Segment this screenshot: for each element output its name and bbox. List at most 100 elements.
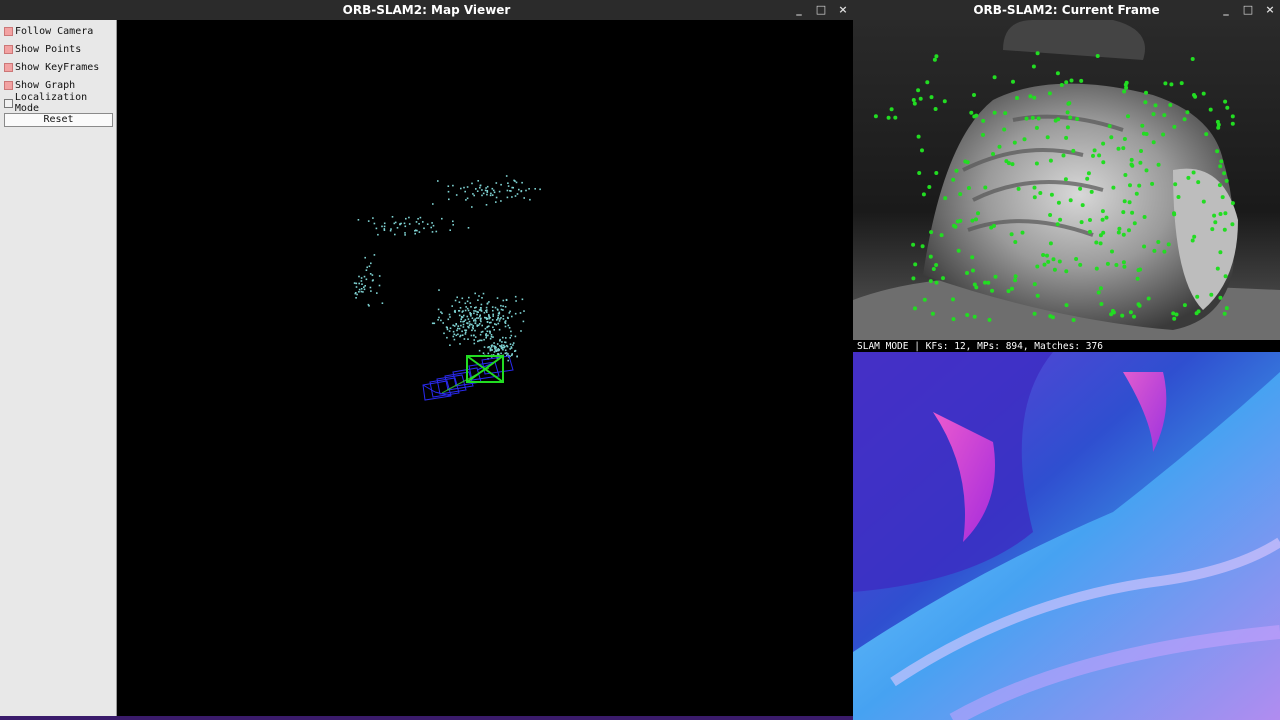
checkbox-icon[interactable] xyxy=(4,98,13,108)
feature-point xyxy=(893,115,898,120)
feature-point xyxy=(1079,78,1084,83)
map-point xyxy=(480,308,482,311)
map-point xyxy=(474,320,477,322)
map-point xyxy=(364,285,366,287)
feature-point xyxy=(934,54,939,59)
map-point xyxy=(460,318,462,320)
feature-point xyxy=(1162,113,1167,118)
map-point xyxy=(484,327,487,330)
close-icon[interactable]: × xyxy=(837,0,849,20)
feature-point xyxy=(1048,213,1053,217)
map-point xyxy=(485,306,488,309)
option-show-graph[interactable]: Show Graph xyxy=(4,78,75,92)
feature-point xyxy=(983,185,988,190)
map-point xyxy=(534,188,536,190)
map-point xyxy=(501,341,503,343)
option-show-keyframes[interactable]: Show KeyFrames xyxy=(4,60,99,74)
map-point xyxy=(465,306,467,308)
map-point xyxy=(383,222,386,225)
map-point xyxy=(489,337,492,340)
map-point xyxy=(514,295,517,298)
feature-point xyxy=(1057,259,1062,264)
option-show-points[interactable]: Show Points xyxy=(4,42,81,56)
map-point xyxy=(491,187,494,190)
minimize-icon[interactable]: _ xyxy=(1220,0,1232,20)
feature-point xyxy=(1192,234,1197,239)
map-point xyxy=(504,341,506,343)
feature-point xyxy=(1064,303,1069,308)
map-point xyxy=(479,186,481,189)
map-point xyxy=(435,230,438,233)
map-point xyxy=(370,262,372,265)
map-point xyxy=(447,318,450,321)
checkbox-icon[interactable] xyxy=(4,80,13,90)
map-point xyxy=(358,291,360,293)
current-frame-titlebar[interactable]: ORB-SLAM2: Current Frame _ □ × xyxy=(853,0,1280,20)
map-point xyxy=(371,274,374,276)
feature-point xyxy=(1024,116,1029,121)
map-point xyxy=(467,309,470,312)
map-point xyxy=(456,329,458,332)
map-3d-view[interactable] xyxy=(117,20,853,720)
map-point xyxy=(438,289,440,291)
map-point xyxy=(497,322,500,325)
feature-point xyxy=(993,274,998,279)
map-point xyxy=(529,198,531,201)
maximize-icon[interactable]: □ xyxy=(815,0,827,20)
feature-point xyxy=(941,276,945,281)
map-point xyxy=(495,196,498,199)
map-point xyxy=(480,320,482,323)
map-point xyxy=(408,223,411,225)
feature-point xyxy=(981,118,986,123)
checkbox-icon[interactable] xyxy=(4,44,13,54)
map-point xyxy=(510,190,512,192)
feature-point xyxy=(1201,91,1206,96)
checkbox-icon[interactable] xyxy=(4,62,13,72)
feature-point xyxy=(1046,259,1051,264)
feature-point xyxy=(1224,306,1229,311)
feature-point xyxy=(1142,215,1147,219)
feature-point xyxy=(951,317,956,322)
feature-point xyxy=(1075,117,1080,121)
feature-point xyxy=(1117,226,1122,231)
option-follow-camera[interactable]: Follow Camera xyxy=(4,24,93,38)
feature-point xyxy=(1071,148,1076,153)
feature-point xyxy=(1055,222,1060,227)
map-point xyxy=(451,305,453,307)
maximize-icon[interactable]: □ xyxy=(1242,0,1254,20)
map-point xyxy=(507,324,510,327)
close-icon[interactable]: × xyxy=(1264,0,1276,20)
feature-point xyxy=(1032,195,1037,200)
feature-point xyxy=(1064,269,1069,274)
map-point xyxy=(438,316,440,319)
option-localization-mode[interactable]: Localization Mode xyxy=(4,92,116,114)
feature-point xyxy=(1128,310,1133,315)
map-point xyxy=(417,218,419,220)
feature-point xyxy=(1166,242,1171,247)
map-point xyxy=(494,347,496,350)
feature-point xyxy=(997,144,1002,149)
map-point xyxy=(353,282,356,284)
map-point xyxy=(485,333,487,335)
map-viewer-titlebar[interactable]: ORB-SLAM2: Map Viewer _ □ × xyxy=(0,0,853,20)
feature-point xyxy=(942,99,947,104)
map-point xyxy=(499,318,501,320)
map-point xyxy=(366,266,368,269)
reset-button[interactable]: Reset xyxy=(4,113,113,127)
map-point xyxy=(480,339,483,342)
minimize-icon[interactable]: _ xyxy=(793,0,805,20)
feature-point xyxy=(970,255,975,260)
feature-point xyxy=(1153,103,1158,108)
feature-point xyxy=(1204,132,1209,137)
map-point xyxy=(455,323,458,326)
feature-point xyxy=(1013,240,1018,244)
feature-point xyxy=(1196,180,1201,185)
checkbox-icon[interactable] xyxy=(4,26,13,36)
feature-point xyxy=(1129,162,1134,167)
map-point xyxy=(372,217,374,219)
feature-point xyxy=(1168,103,1173,107)
map-point xyxy=(497,353,500,355)
feature-point xyxy=(1079,220,1084,225)
feature-point xyxy=(954,168,959,173)
feature-point xyxy=(920,148,924,153)
